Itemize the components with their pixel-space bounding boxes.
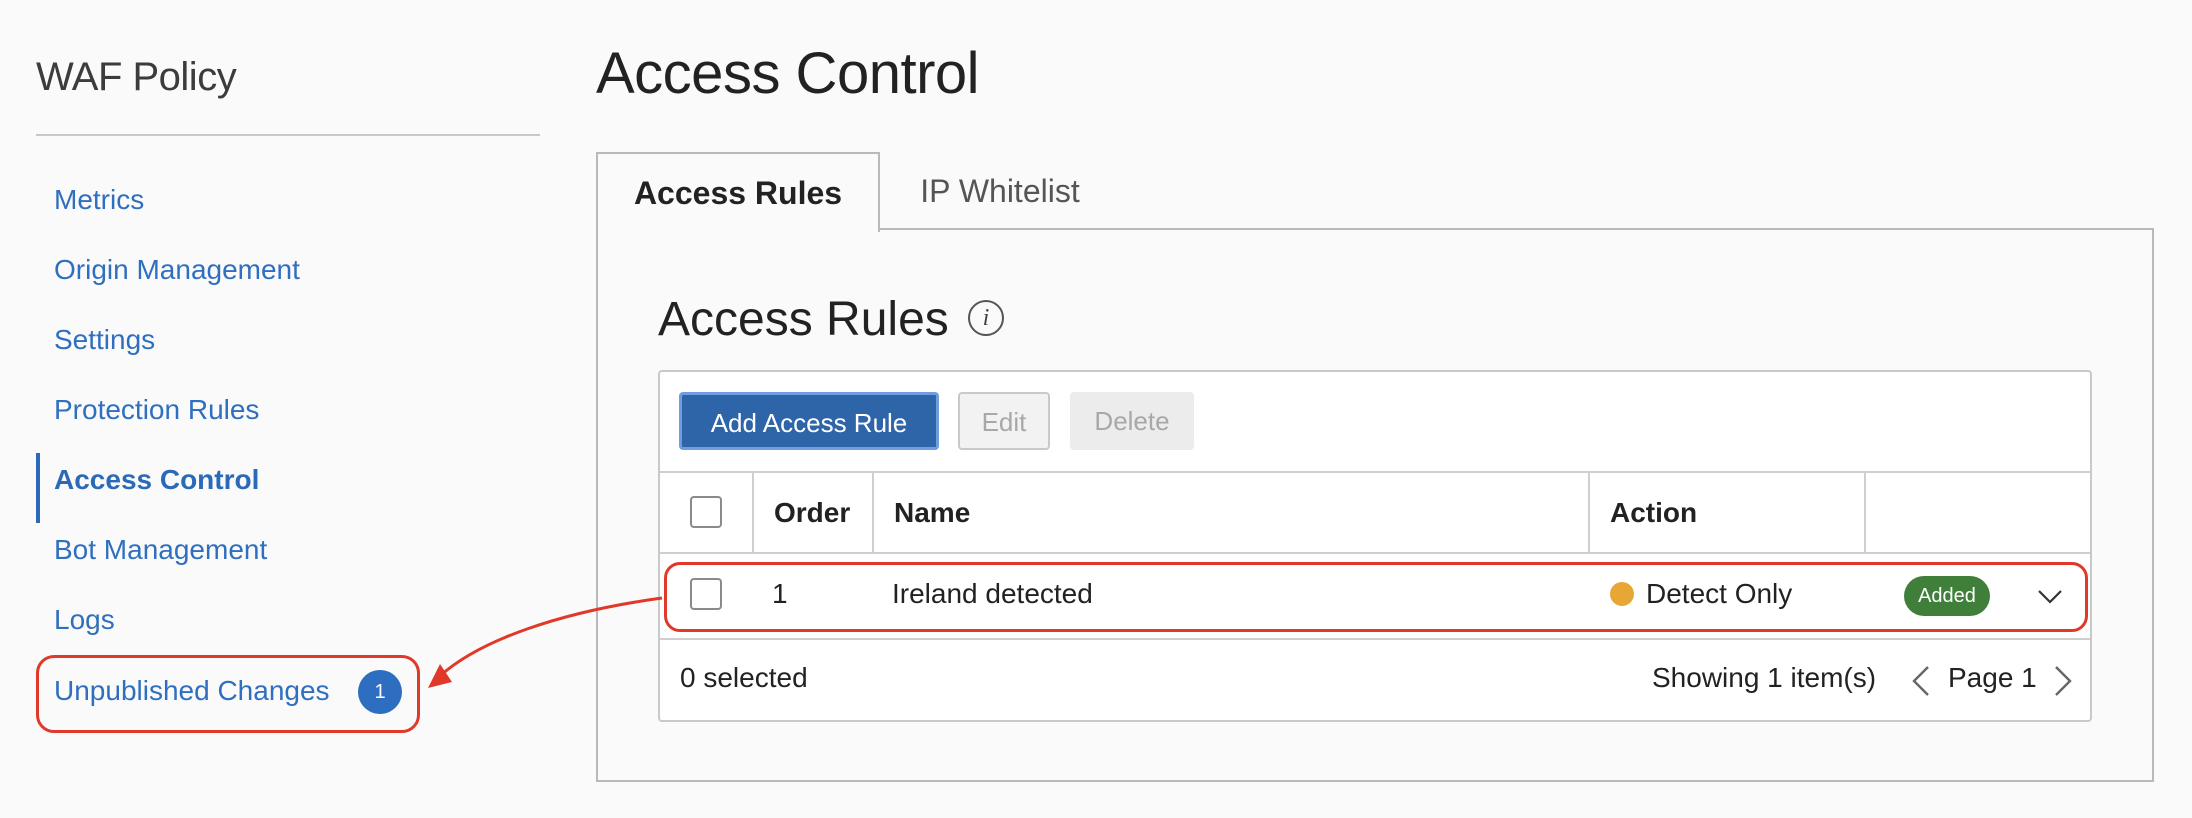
edit-button[interactable]: Edit bbox=[958, 392, 1050, 450]
sidebar-item-unpublished-changes[interactable]: Unpublished Changes bbox=[54, 655, 330, 727]
sidebar-item-settings[interactable]: Settings bbox=[36, 305, 556, 375]
page-title: Access Control bbox=[596, 41, 980, 106]
page-indicator: Page 1 bbox=[1948, 662, 2037, 693]
chevron-down-icon[interactable] bbox=[2036, 582, 2064, 610]
column-header-name[interactable]: Name bbox=[894, 472, 970, 554]
sidebar-item-bot-management[interactable]: Bot Management bbox=[36, 515, 556, 585]
row-order: 1 bbox=[772, 578, 788, 609]
row-checkbox[interactable] bbox=[690, 578, 722, 610]
status-badge: Added bbox=[1904, 576, 1990, 616]
row-action: Detect Only bbox=[1646, 578, 1793, 609]
sidebar-item-access-control[interactable]: Access Control bbox=[36, 445, 556, 523]
delete-button[interactable]: Delete bbox=[1070, 392, 1194, 450]
selected-count: 0 selected bbox=[680, 662, 808, 693]
sidebar: WAF Policy Metrics Origin Management Set… bbox=[0, 0, 560, 818]
tab-access-rules[interactable]: Access Rules bbox=[596, 152, 880, 232]
chevron-right-icon[interactable] bbox=[2052, 664, 2074, 698]
tab-ip-whitelist[interactable]: IP Whitelist bbox=[880, 152, 1120, 230]
showing-count: Showing 1 item(s) bbox=[1652, 662, 1877, 693]
sidebar-nav: Metrics Origin Management Settings Prote… bbox=[36, 165, 556, 655]
column-divider bbox=[1864, 472, 1866, 554]
detect-status-dot bbox=[1610, 582, 1634, 606]
column-header-action[interactable]: Action bbox=[1610, 472, 1697, 554]
table-divider bbox=[660, 638, 2090, 640]
chevron-left-icon[interactable] bbox=[1910, 664, 1932, 698]
section-title: Access Rules bbox=[658, 293, 949, 346]
add-access-rule-button[interactable]: Add Access Rule bbox=[679, 392, 939, 450]
unpublished-count-badge: 1 bbox=[358, 670, 402, 714]
sidebar-title: WAF Policy bbox=[36, 55, 237, 99]
column-header-order[interactable]: Order bbox=[774, 472, 850, 554]
sidebar-item-logs[interactable]: Logs bbox=[36, 585, 556, 655]
table-divider bbox=[660, 471, 2090, 473]
sidebar-item-origin-management[interactable]: Origin Management bbox=[36, 235, 556, 305]
row-highlight-outline bbox=[664, 562, 2088, 632]
column-divider bbox=[752, 472, 754, 554]
sidebar-item-metrics[interactable]: Metrics bbox=[36, 165, 556, 235]
info-icon[interactable]: i bbox=[968, 300, 1004, 336]
table-divider bbox=[660, 552, 2090, 554]
select-all-checkbox[interactable] bbox=[690, 496, 722, 528]
column-divider bbox=[1588, 472, 1590, 554]
row-name: Ireland detected bbox=[892, 578, 1093, 609]
column-divider bbox=[872, 472, 874, 554]
sidebar-divider bbox=[36, 134, 540, 136]
sidebar-item-protection-rules[interactable]: Protection Rules bbox=[36, 375, 556, 445]
